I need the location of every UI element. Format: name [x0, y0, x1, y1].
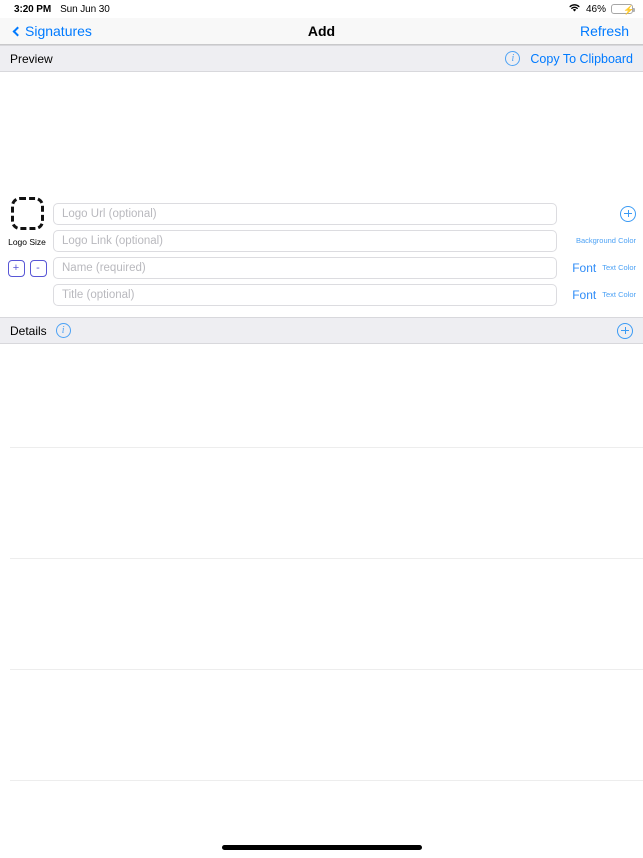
details-section-actions	[617, 322, 633, 339]
page-title: Add	[307, 23, 336, 39]
logo-link-input[interactable]	[53, 229, 557, 252]
battery-percent: 46%	[585, 3, 606, 15]
title-side-actions: Font Text Color	[564, 288, 636, 302]
background-color-link[interactable]: Background Color	[576, 236, 636, 245]
logo-size-increase-button[interactable]: +	[7, 260, 25, 277]
chevron-left-icon	[12, 26, 23, 36]
logo-size-stepper: + -	[7, 260, 47, 277]
signature-form: Logo Size Background Color + - Font Text…	[0, 195, 643, 317]
preview-section-title: Preview	[10, 51, 53, 66]
info-circle-icon[interactable]: i	[505, 51, 521, 66]
preview-section-actions: i Copy To Clipboard	[505, 51, 633, 66]
title-text-color-link[interactable]: Text Color	[602, 290, 636, 299]
battery-charging-icon: ⚡	[611, 4, 635, 15]
info-circle-icon[interactable]: i	[55, 323, 71, 338]
back-button[interactable]: Signatures	[12, 23, 92, 39]
status-bar-left: 3:20 PM Sun Jun 30	[14, 4, 110, 15]
list-item[interactable]	[10, 559, 643, 670]
logo-url-side-actions	[564, 205, 636, 222]
plus-circle-icon[interactable]	[620, 205, 636, 222]
form-row-logo-link: Logo Size Background Color	[0, 228, 643, 253]
copy-to-clipboard-button[interactable]: Copy To Clipboard	[530, 52, 633, 66]
refresh-button[interactable]: Refresh	[580, 23, 629, 39]
logo-dashed-placeholder-icon[interactable]	[10, 197, 44, 230]
list-item[interactable]	[10, 344, 643, 448]
details-list	[0, 344, 643, 781]
app-screen: 3:20 PM Sun Jun 30 46% ⚡ Signatures Add	[0, 0, 643, 858]
name-side-actions: Font Text Color	[564, 261, 636, 275]
title-font-button[interactable]: Font	[572, 288, 596, 302]
logo-url-input[interactable]	[53, 202, 557, 225]
name-text-color-link[interactable]: Text Color	[602, 263, 636, 272]
logo-size-label-column: Logo Size	[8, 234, 46, 247]
form-row-name: + - Font Text Color	[0, 255, 643, 280]
form-row-title: Font Text Color	[0, 282, 643, 307]
list-item[interactable]	[10, 448, 643, 559]
logo-size-decrease-button[interactable]: -	[29, 260, 47, 277]
back-button-label: Signatures	[25, 23, 92, 39]
logo-size-buttons: + -	[7, 258, 47, 277]
title-input[interactable]	[53, 283, 557, 306]
preview-canvas	[0, 72, 643, 195]
details-section-header: Details i	[0, 317, 643, 344]
status-bar: 3:20 PM Sun Jun 30 46% ⚡	[0, 0, 643, 18]
logo-column	[8, 197, 46, 230]
logo-size-label: Logo Size	[8, 237, 46, 247]
details-section-title: Details	[10, 323, 47, 338]
status-bar-right: 46% ⚡	[568, 3, 635, 16]
logo-link-side-actions: Background Color	[564, 236, 636, 245]
name-font-button[interactable]: Font	[572, 261, 596, 275]
preview-section-header: Preview i Copy To Clipboard	[0, 45, 643, 72]
wifi-icon	[568, 3, 581, 16]
name-input[interactable]	[53, 256, 557, 279]
home-indicator	[221, 845, 422, 850]
form-row-logo-url	[0, 197, 643, 230]
navigation-bar: Signatures Add Refresh	[0, 18, 643, 45]
status-date: Sun Jun 30	[60, 3, 110, 15]
status-time: 3:20 PM	[14, 3, 52, 15]
plus-circle-icon[interactable]	[617, 322, 633, 339]
list-item[interactable]	[10, 670, 643, 781]
